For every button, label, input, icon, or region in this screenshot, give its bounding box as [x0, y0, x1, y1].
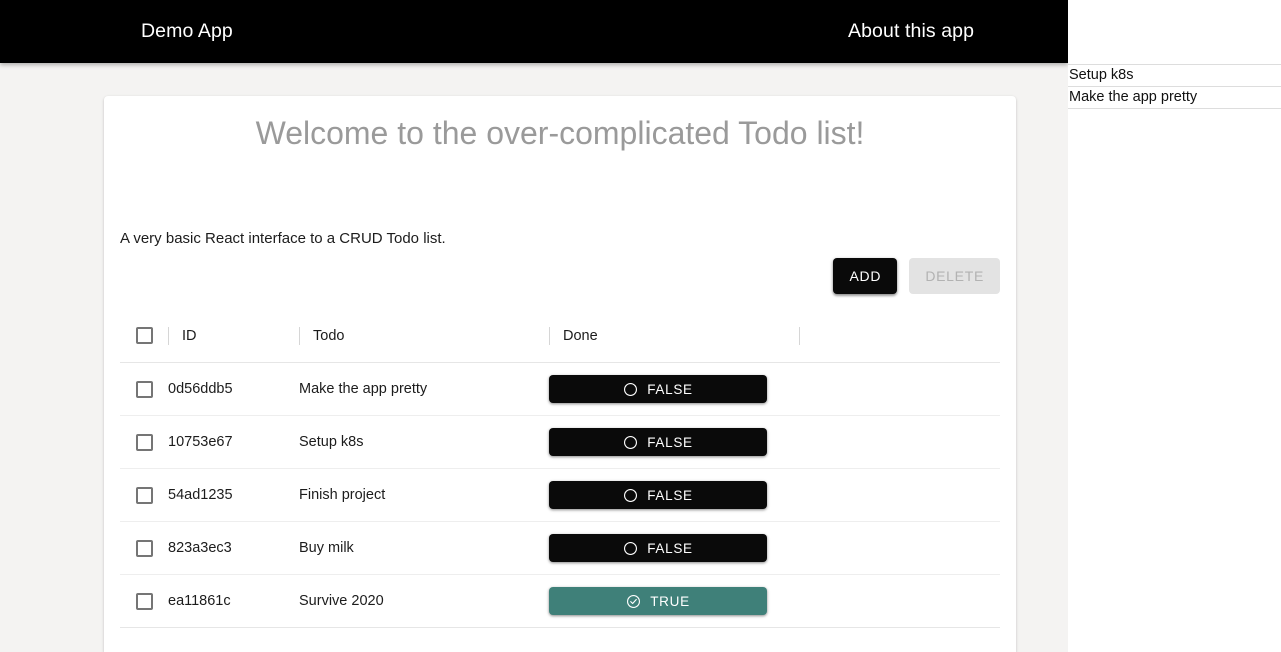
- cell-todo: Setup k8s: [299, 434, 364, 450]
- checkbox-unchecked-icon: [135, 539, 153, 557]
- table-row: ea11861c Survive 2020 TRUE: [120, 575, 1000, 628]
- cell-todo: Buy milk: [299, 540, 354, 556]
- cell-actions: [799, 469, 1000, 522]
- cell-actions: [799, 363, 1000, 416]
- cell-id: 823a3ec3: [168, 540, 232, 556]
- app-column: Demo App About this app Welcome to the o…: [0, 0, 1068, 652]
- row-select-cell: [120, 469, 168, 522]
- done-toggle-button[interactable]: TRUE: [549, 587, 767, 615]
- checkbox-unchecked-icon: [135, 592, 153, 610]
- column-header-todo-label: Todo: [313, 327, 345, 344]
- cell-id: 0d56ddb5: [168, 381, 233, 397]
- column-header-done-label: Done: [563, 327, 598, 344]
- row-select-checkbox[interactable]: [120, 469, 168, 521]
- about-this-app-link[interactable]: About this app: [848, 0, 974, 63]
- done-toggle-label: FALSE: [647, 381, 693, 397]
- column-header-actions-label: [799, 328, 813, 344]
- cell-actions: [799, 522, 1000, 575]
- table-header-row: ID Todo Done: [120, 309, 1000, 363]
- action-bar: ADD DELETE: [833, 258, 1000, 294]
- done-toggle-label: TRUE: [650, 593, 690, 609]
- row-select-cell: [120, 522, 168, 575]
- cell-done: FALSE: [549, 363, 799, 416]
- column-header-todo[interactable]: Todo: [299, 309, 549, 363]
- checkbox-unchecked-icon: [135, 486, 153, 504]
- row-select-cell: [120, 575, 168, 628]
- column-header-actions: [799, 309, 1000, 363]
- page-body: Welcome to the over-complicated Todo lis…: [0, 63, 1068, 652]
- checkbox-unchecked-icon: [135, 433, 153, 451]
- circle-outline-icon: [623, 488, 638, 503]
- page-subtitle: A very basic React interface to a CRUD T…: [120, 230, 446, 247]
- row-select-checkbox[interactable]: [120, 522, 168, 574]
- cell-id: ea11861c: [168, 593, 231, 609]
- table-row: 823a3ec3 Buy milk FALSE: [120, 522, 1000, 575]
- done-toggle-label: FALSE: [647, 487, 693, 503]
- content-card: Welcome to the over-complicated Todo lis…: [104, 96, 1016, 652]
- cell-id: 10753e67: [168, 434, 233, 450]
- cell-todo: Finish project: [299, 487, 386, 503]
- column-header-done[interactable]: Done: [549, 309, 799, 363]
- cell-todo: Survive 2020: [299, 593, 384, 609]
- select-all-checkbox[interactable]: [120, 309, 168, 362]
- checkbox-unchecked-icon: [135, 380, 153, 398]
- circle-outline-icon: [623, 541, 638, 556]
- cell-todo: Make the app pretty: [299, 381, 428, 397]
- table-body: 0d56ddb5 Make the app pretty FALSE 10753e67…: [120, 363, 1000, 628]
- done-toggle-button[interactable]: FALSE: [549, 375, 767, 403]
- app-root: Demo App About this app Welcome to the o…: [0, 0, 1281, 652]
- add-button[interactable]: ADD: [833, 258, 898, 294]
- table-row: 10753e67 Setup k8s FALSE: [120, 416, 1000, 469]
- delete-button: DELETE: [909, 258, 1000, 294]
- table-row: 0d56ddb5 Make the app pretty FALSE: [120, 363, 1000, 416]
- row-select-checkbox[interactable]: [120, 575, 168, 627]
- list-item[interactable]: Setup k8s: [1068, 65, 1281, 87]
- table-header: ID Todo Done: [120, 309, 1000, 363]
- done-toggle-button[interactable]: FALSE: [549, 534, 767, 562]
- cell-done: FALSE: [549, 469, 799, 522]
- table-row: 54ad1235 Finish project FALSE: [120, 469, 1000, 522]
- done-toggle-button[interactable]: FALSE: [549, 428, 767, 456]
- select-all-header: [120, 309, 168, 363]
- done-toggle-label: FALSE: [647, 540, 693, 556]
- done-toggle-label: FALSE: [647, 434, 693, 450]
- done-toggle-button[interactable]: FALSE: [549, 481, 767, 509]
- cell-actions: [799, 416, 1000, 469]
- app-title: Demo App: [141, 20, 233, 42]
- cell-done: FALSE: [549, 522, 799, 575]
- todo-table: ID Todo Done 0d56ddb5 Make the app prett…: [120, 309, 1000, 628]
- list-item[interactable]: Make the app pretty: [1068, 87, 1281, 109]
- circle-outline-icon: [623, 435, 638, 450]
- cell-done: TRUE: [549, 575, 799, 628]
- right-panel: Setup k8s Make the app pretty: [1068, 0, 1281, 652]
- cell-id: 54ad1235: [168, 487, 233, 503]
- row-select-checkbox[interactable]: [120, 416, 168, 468]
- checkbox-unchecked-icon: [135, 327, 153, 344]
- page-title: Welcome to the over-complicated Todo lis…: [255, 115, 865, 151]
- column-header-id[interactable]: ID: [168, 309, 299, 363]
- right-panel-list: Setup k8s Make the app pretty: [1068, 64, 1281, 109]
- row-select-cell: [120, 363, 168, 416]
- check-circle-icon: [626, 594, 641, 609]
- app-bar: Demo App About this app: [0, 0, 1068, 63]
- cell-done: FALSE: [549, 416, 799, 469]
- row-select-cell: [120, 416, 168, 469]
- cell-actions: [799, 575, 1000, 628]
- column-header-id-label: ID: [182, 327, 197, 344]
- row-select-checkbox[interactable]: [120, 363, 168, 415]
- circle-outline-icon: [623, 382, 638, 397]
